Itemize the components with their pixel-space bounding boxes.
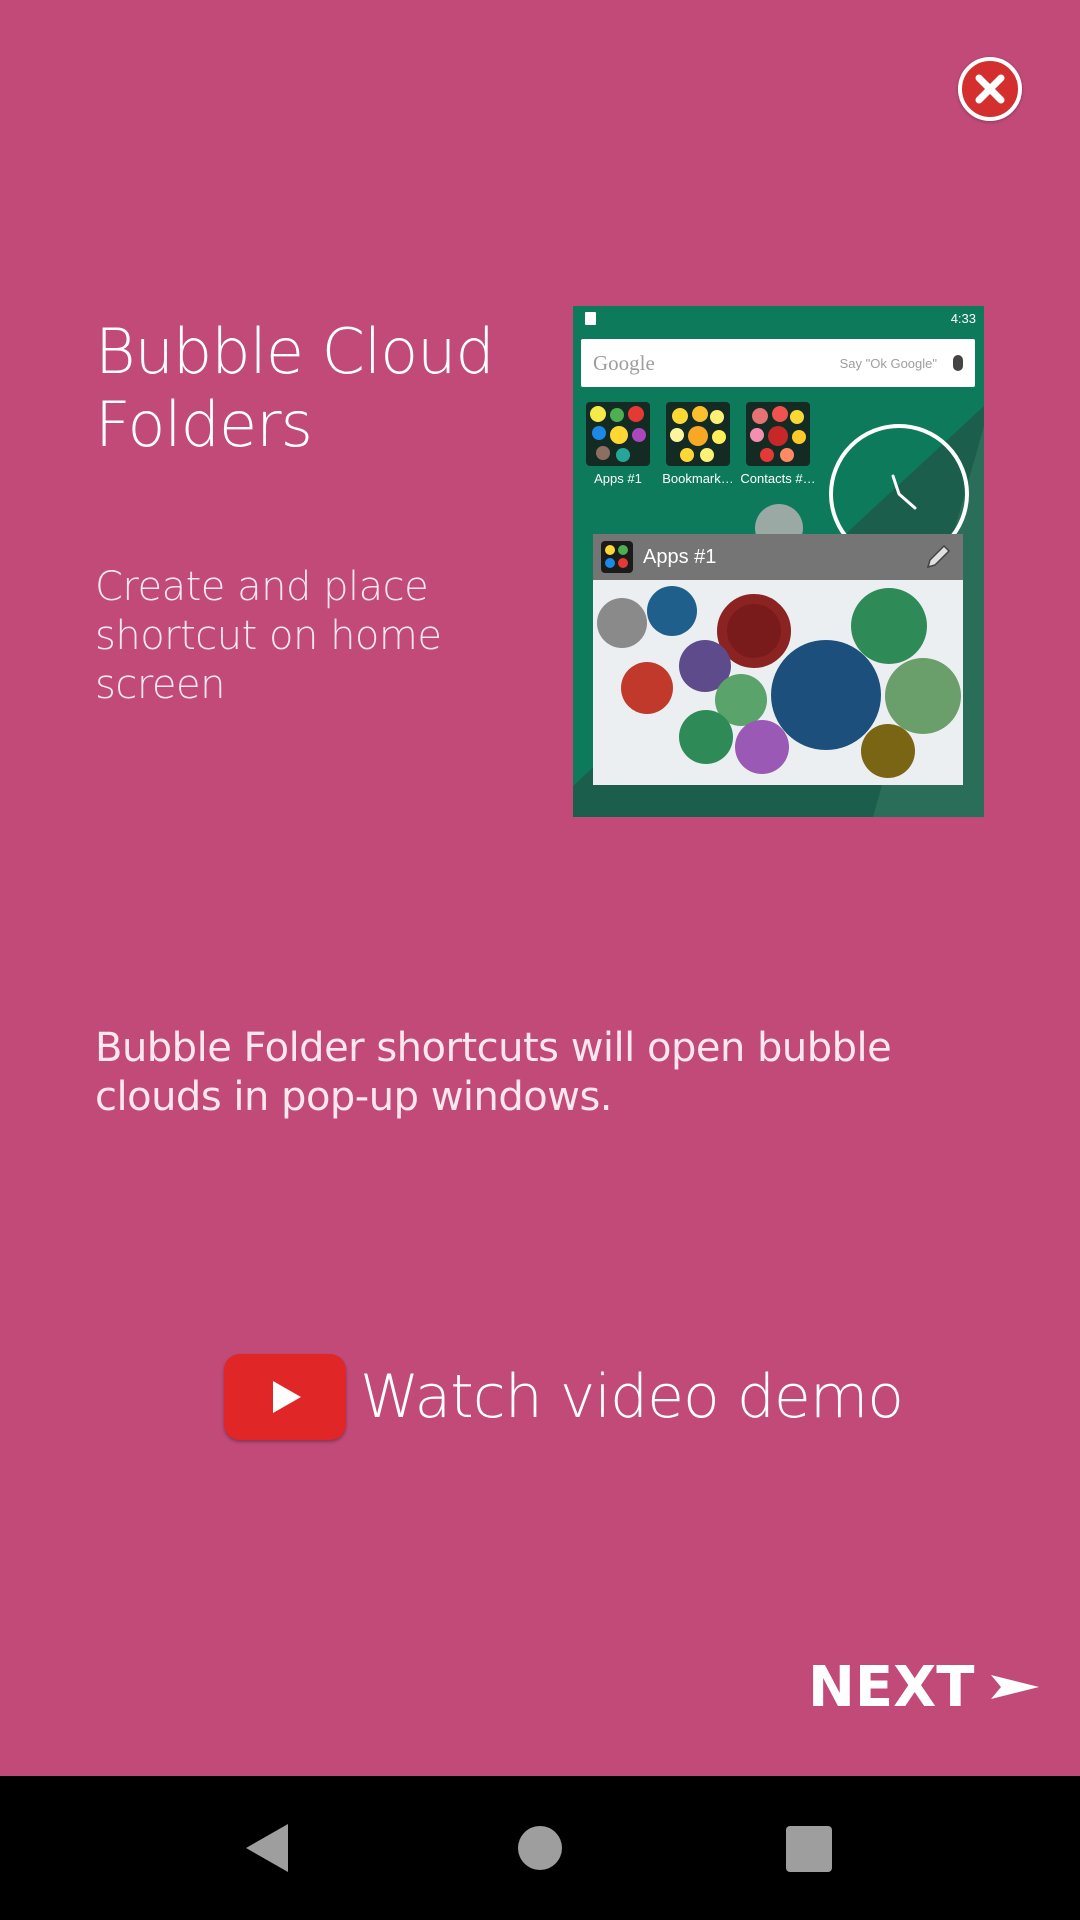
page-title: Bubble Cloud Folders bbox=[95, 315, 495, 461]
sd-card-icon bbox=[585, 312, 596, 325]
youtube-play-icon bbox=[224, 1354, 346, 1440]
nav-back-icon[interactable] bbox=[244, 1822, 290, 1874]
preview-folder-bookmarks bbox=[666, 402, 730, 466]
preview-popup-title: Apps #1 bbox=[643, 545, 717, 568]
preview-search-hint: Say "Ok Google" bbox=[839, 355, 937, 371]
preview-folder-apps bbox=[586, 402, 650, 466]
next-label: NEXT bbox=[808, 1654, 975, 1720]
preview-search-bar: Google Say "Ok Google" bbox=[581, 339, 975, 387]
system-nav-bar bbox=[0, 1776, 1080, 1920]
close-button[interactable] bbox=[958, 57, 1022, 121]
mic-icon bbox=[953, 355, 963, 371]
preview-status-time: 4:33 bbox=[950, 311, 976, 326]
watch-demo-link[interactable]: Watch video demo bbox=[224, 1354, 904, 1440]
nav-home-icon[interactable] bbox=[518, 1826, 562, 1870]
preview-popup-window: Apps #1 bbox=[593, 534, 963, 785]
next-arrow-icon bbox=[990, 1675, 1039, 1699]
close-icon bbox=[975, 74, 1005, 104]
preview-folder-label: Bookmark… bbox=[662, 471, 734, 486]
preview-popup-header: Apps #1 bbox=[593, 534, 963, 580]
watch-demo-label: Watch video demo bbox=[360, 1362, 904, 1432]
preview-folder-contacts bbox=[746, 402, 810, 466]
next-button[interactable]: NEXT bbox=[808, 1652, 1041, 1722]
popup-folder-icon bbox=[601, 541, 633, 573]
feature-subtitle: Create and place shortcut on home screen bbox=[95, 564, 442, 708]
preview-search-brand: Google bbox=[593, 350, 655, 375]
feature-description: Bubble Folder shortcuts will open bubble… bbox=[95, 1025, 892, 1120]
preview-folder-label: Apps #1 bbox=[594, 471, 642, 486]
preview-screenshot: 4:33 Google Say "Ok Google" Apps #1 Book… bbox=[573, 306, 984, 817]
pencil-icon bbox=[926, 544, 951, 569]
nav-recents-icon[interactable] bbox=[786, 1826, 832, 1872]
preview-status-bar: 4:33 bbox=[573, 306, 984, 332]
preview-folder-label: Contacts #… bbox=[740, 471, 816, 486]
